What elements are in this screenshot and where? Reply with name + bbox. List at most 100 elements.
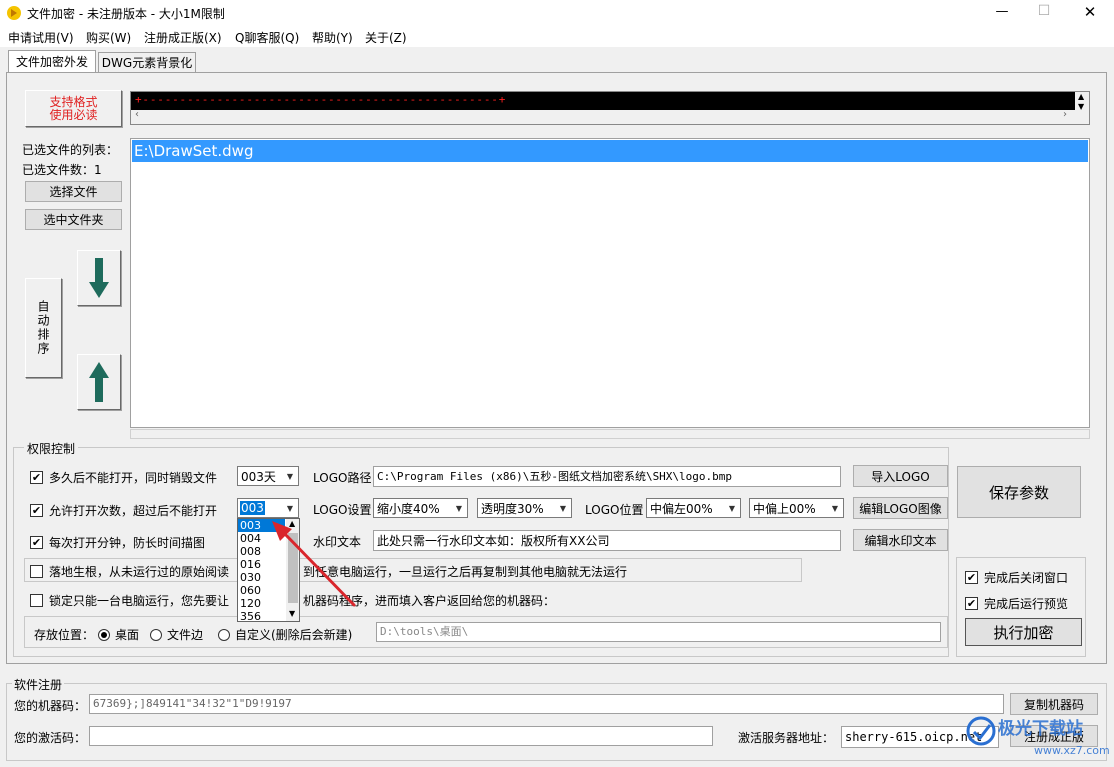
option-label: 356 xyxy=(240,610,261,622)
logo-path-field[interactable]: C:\Program Files (x86)\五秒-图纸文档加密系统\SHX\l… xyxy=(373,466,841,487)
select-file-button[interactable]: 选择文件 xyxy=(25,181,122,202)
move-down-button[interactable] xyxy=(77,250,121,306)
tab-label: DWG元素背景化 xyxy=(101,56,193,70)
move-up-button[interactable] xyxy=(77,354,121,410)
root-checkbox[interactable]: 落地生根，从未运行过的原始阅读 xyxy=(30,563,229,580)
machine-code-label: 您的机器码： xyxy=(14,699,87,713)
encrypt-label: 执行加密 xyxy=(993,623,1054,642)
edit-watermark-button[interactable]: 编辑水印文本 xyxy=(853,529,948,551)
import-logo-button[interactable]: 导入LOGO xyxy=(853,465,948,487)
scroll-down-icon[interactable]: ▼ xyxy=(1078,102,1084,111)
lock-label-a: 锁定只能一台电脑运行，您先要让 xyxy=(49,594,230,608)
activation-label: 您的激活码： xyxy=(14,731,87,745)
checkbox-empty-icon xyxy=(30,565,43,578)
scale-value: 缩小度40% xyxy=(377,501,440,516)
menu-trial[interactable]: 申请试用(V) xyxy=(8,29,74,46)
radio-desktop[interactable]: 桌面 xyxy=(98,626,139,643)
support-line1: 支持格式 xyxy=(49,94,98,109)
menu-register[interactable]: 注册成正版(X) xyxy=(144,29,222,46)
scroll-right-icon[interactable]: › xyxy=(1063,109,1067,120)
scroll-left-icon[interactable]: ‹ xyxy=(135,109,139,120)
h-scrollbar[interactable]: ‹ › xyxy=(131,109,1075,124)
select-folder-label: 选中文件夹 xyxy=(43,213,104,227)
days-select[interactable]: 003天 ▼ xyxy=(237,466,299,486)
menu-about[interactable]: 关于(Z) xyxy=(365,29,407,46)
file-list[interactable]: E:\DrawSet.dwg xyxy=(130,138,1090,428)
open-count-checkbox[interactable]: ✔ 允许打开次数，超过后不能打开 xyxy=(30,502,217,519)
radio-off-icon xyxy=(150,628,162,641)
root-label-a: 落地生根，从未运行过的原始阅读 xyxy=(49,565,230,579)
file-list-label: 已选文件的列表： xyxy=(22,143,119,157)
arrow-down-icon xyxy=(89,258,109,298)
minimize-button[interactable]: — xyxy=(988,4,1016,19)
preview-after-checkbox[interactable]: ✔ 完成后运行预览 xyxy=(965,595,1068,612)
save-params-button[interactable]: 保存参数 xyxy=(957,466,1081,518)
auto-sort-label: 自动排序 xyxy=(36,300,50,356)
menu-support[interactable]: Q聊客服(Q) xyxy=(235,29,299,46)
arrow-up-icon xyxy=(89,362,109,402)
chevron-down-icon: ▼ xyxy=(831,503,839,513)
menu-buy[interactable]: 购买(W) xyxy=(86,29,131,46)
scale-select[interactable]: 缩小度40% ▼ xyxy=(373,498,468,518)
annotation-arrow xyxy=(272,521,356,607)
dropdown-option[interactable]: 356 xyxy=(238,610,285,622)
support-line2: 使用必读 xyxy=(49,107,98,122)
select-folder-button[interactable]: 选中文件夹 xyxy=(25,209,122,230)
v-scrollbar[interactable]: ▲ ▼ xyxy=(1075,92,1089,124)
pos-x-select[interactable]: 中偏左00% ▼ xyxy=(646,498,741,518)
title-bar: 文件加密 - 未注册版本 - 大小1M限制 — ☐ ✕ xyxy=(0,0,1114,27)
chevron-down-icon: ▼ xyxy=(728,503,736,513)
opacity-select[interactable]: 透明度30% ▼ xyxy=(477,498,572,518)
watermark-field[interactable]: 此处只需一行水印文本如：版权所有XX公司 xyxy=(373,530,841,551)
logo-path-label: LOGO路径 xyxy=(313,471,372,485)
preview-after-label: 完成后运行预览 xyxy=(984,597,1069,611)
radio-file-side-label: 文件边 xyxy=(167,628,204,642)
permission-title: 权限控制 xyxy=(24,440,79,457)
close-button[interactable]: ✕ xyxy=(1076,3,1104,21)
site-watermark-logo xyxy=(966,716,996,746)
close-after-label: 完成后关闭窗口 xyxy=(984,571,1069,585)
scroll-down-icon[interactable]: ▼ xyxy=(289,609,295,618)
check-icon: ✔ xyxy=(965,571,978,584)
radio-custom[interactable]: 自定义(删除后会新建) xyxy=(218,626,352,643)
radio-custom-label: 自定义(删除后会新建) xyxy=(235,628,353,642)
opacity-value: 透明度30% xyxy=(481,501,544,516)
import-logo-label: 导入LOGO xyxy=(871,469,930,484)
maximize-button[interactable]: ☐ xyxy=(1030,3,1058,19)
save-location-label: 存放位置： xyxy=(34,628,95,642)
menu-bar: 申请试用(V) 购买(W) 注册成正版(X) Q聊客服(Q) 帮助(Y) 关于(… xyxy=(0,27,1114,47)
minutes-checkbox[interactable]: ✔ 每次打开分钟，防长时间描图 xyxy=(30,534,205,551)
menu-help[interactable]: 帮助(Y) xyxy=(312,29,353,46)
chevron-down-icon: ▼ xyxy=(559,503,567,513)
check-icon: ✔ xyxy=(30,536,43,549)
copy-machine-code-label: 复制机器码 xyxy=(1023,697,1084,712)
encrypt-button[interactable]: 执行加密 xyxy=(965,618,1082,646)
radio-file-side[interactable]: 文件边 xyxy=(150,626,203,643)
activation-code-field[interactable] xyxy=(89,726,713,746)
list-item[interactable]: E:\DrawSet.dwg xyxy=(132,140,1088,162)
pos-y-value: 中偏上00% xyxy=(753,501,816,516)
radio-desktop-label: 桌面 xyxy=(115,628,140,642)
window-title: 文件加密 - 未注册版本 - 大小1M限制 xyxy=(27,7,225,21)
edit-logo-button[interactable]: 编辑LOGO图像 xyxy=(853,497,948,519)
list-hscroll[interactable] xyxy=(130,429,1090,439)
file-count-label: 已选文件数：1 xyxy=(22,163,102,177)
tab-encrypt[interactable]: 文件加密外发 xyxy=(8,50,96,72)
copy-machine-code-button[interactable]: 复制机器码 xyxy=(1010,693,1098,715)
lock-machine-checkbox[interactable]: 锁定只能一台电脑运行，您先要让 xyxy=(30,592,229,609)
save-path-field[interactable]: D:\tools\桌面\ xyxy=(376,622,941,642)
destroy-after-checkbox[interactable]: ✔ 多久后不能打开，同时销毁文件 xyxy=(30,469,217,486)
site-watermark-brand: 极光下载站 xyxy=(998,719,1083,739)
status-display: +---------------------------------------… xyxy=(130,91,1090,125)
scroll-up-icon[interactable]: ▲ xyxy=(1078,92,1084,101)
destroy-after-label: 多久后不能打开，同时销毁文件 xyxy=(49,471,218,485)
server-label: 激活服务器地址： xyxy=(738,731,835,745)
support-format-button[interactable]: 支持格式 使用必读 xyxy=(25,90,122,127)
minutes-label: 每次打开分钟，防长时间描图 xyxy=(49,536,206,550)
close-after-checkbox[interactable]: ✔ 完成后关闭窗口 xyxy=(965,569,1068,586)
auto-sort-button[interactable]: 自动排序 xyxy=(25,278,62,378)
tab-dwg[interactable]: DWG元素背景化 xyxy=(98,52,196,72)
chevron-down-icon: ▼ xyxy=(455,503,463,513)
machine-code-field[interactable]: 67369};]849141"34!32"1"D9!9197 xyxy=(89,694,1004,714)
pos-y-select[interactable]: 中偏上00% ▼ xyxy=(749,498,844,518)
